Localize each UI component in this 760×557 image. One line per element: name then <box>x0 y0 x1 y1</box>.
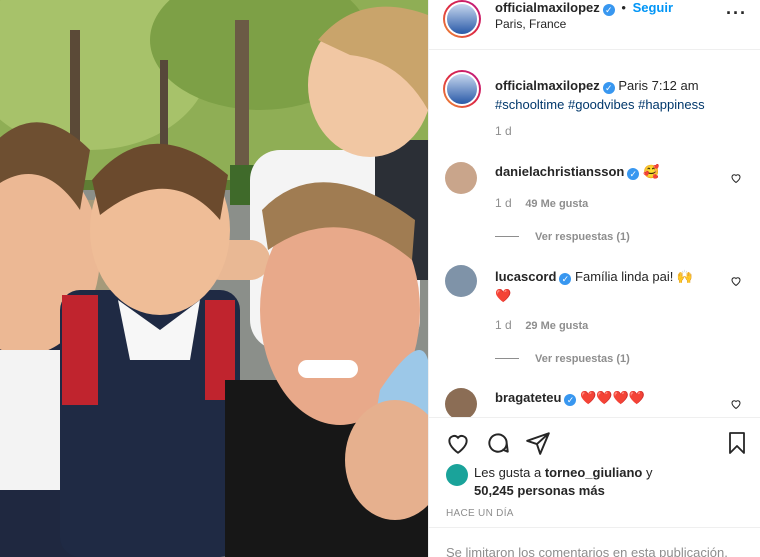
caption: officialmaxilopez ✓ Paris 7:12 am #school… <box>495 76 745 114</box>
comment-username[interactable]: danielachristiansson <box>495 164 624 179</box>
like-comment-heart-icon[interactable] <box>730 398 742 410</box>
comment-1-meta: 1 d 49 Me gusta <box>495 195 588 210</box>
caption-text: Paris 7:12 am <box>618 78 699 93</box>
post-photo[interactable] <box>0 0 428 557</box>
like-heart-icon[interactable] <box>445 430 471 456</box>
save-bookmark-icon[interactable] <box>725 430 749 456</box>
post-timestamp[interactable]: HACE UN DÍA <box>446 508 514 519</box>
header-title-row: officialmaxilopez ✓ • Seguir <box>495 0 673 16</box>
view-replies-label: Ver respuestas (1) <box>535 231 630 243</box>
comment-likes[interactable]: 49 Me gusta <box>525 198 588 210</box>
commenter-avatar[interactable] <box>445 388 477 420</box>
dot-separator: • <box>621 0 626 15</box>
post-header: officialmaxilopez ✓ • Seguir Paris, Franc… <box>429 0 760 50</box>
commenter-avatar[interactable] <box>445 265 477 297</box>
caption-username[interactable]: officialmaxilopez <box>495 78 600 93</box>
likes-user[interactable]: torneo_giuliano <box>545 465 643 480</box>
comment-text: ❤️❤️❤️❤️ <box>580 390 645 405</box>
commenter-avatar[interactable] <box>445 162 477 194</box>
comment-text: 🥰 <box>642 164 660 179</box>
view-replies-1[interactable]: Ver respuestas (1) <box>495 228 630 243</box>
like-comment-heart-icon[interactable] <box>730 172 742 184</box>
comments-limited-text: Se limitaron los comentarios en esta pub… <box>446 545 728 557</box>
photo-illustration <box>0 0 428 557</box>
caption-time: 1 d <box>495 124 512 138</box>
comment-3: bragateteu ✓ ❤️❤️❤️❤️ <box>495 390 645 406</box>
like-comment-heart-icon[interactable] <box>730 275 742 287</box>
view-replies-label: Ver respuestas (1) <box>535 353 630 365</box>
likes-prefix: Les gusta a <box>474 465 542 480</box>
caption-author-avatar[interactable] <box>443 70 481 108</box>
view-replies-2[interactable]: Ver respuestas (1) <box>495 350 630 365</box>
verified-badge-icon: ✓ <box>564 394 577 406</box>
verified-badge-icon: ✓ <box>627 168 640 180</box>
reply-divider <box>495 236 519 238</box>
comment-bubble-icon[interactable] <box>485 430 511 456</box>
share-paper-plane-icon[interactable] <box>525 430 551 456</box>
comment-2-meta: 1 d 29 Me gusta <box>495 317 588 332</box>
author-username[interactable]: officialmaxilopez <box>495 0 600 15</box>
follow-button[interactable]: Seguir <box>633 0 673 15</box>
comment-time: 1 d <box>495 318 512 332</box>
likes-suffix: y <box>645 465 653 480</box>
comment-username[interactable]: bragateteu <box>495 390 561 405</box>
comment-1: danielachristiansson ✓ 🥰 <box>495 164 659 180</box>
post-location[interactable]: Paris, France <box>495 17 566 31</box>
reply-divider <box>495 358 519 360</box>
liker-avatar[interactable] <box>446 464 468 486</box>
verified-badge-icon: ✓ <box>602 82 615 94</box>
comment-likes[interactable]: 29 Me gusta <box>525 320 588 332</box>
comment-time: 1 d <box>495 196 512 210</box>
comment-text-line2: ❤️ <box>495 288 512 303</box>
comments-limited-notice: Se limitaron los comentarios en esta pub… <box>429 527 760 557</box>
caption-hashtags[interactable]: #schooltime #goodvibes #happiness <box>495 97 705 112</box>
comment-username[interactable]: lucascord <box>495 269 556 284</box>
more-horizontal-icon[interactable]: ··· <box>726 3 747 24</box>
comment-2: lucascord ✓ Família linda pai! 🙌 ❤️ <box>495 267 725 305</box>
likes-count[interactable]: 50,245 personas más <box>474 483 605 498</box>
verified-badge-icon: ✓ <box>602 4 615 16</box>
comment-text: Família linda pai! 🙌 <box>575 269 694 284</box>
likes-summary: Les gusta a torneo_giuliano y 50,245 per… <box>474 464 652 500</box>
verified-badge-icon: ✓ <box>559 273 572 285</box>
author-avatar[interactable] <box>443 0 481 38</box>
post-side-panel: officialmaxilopez ✓ • Seguir Paris, Franc… <box>428 0 760 557</box>
